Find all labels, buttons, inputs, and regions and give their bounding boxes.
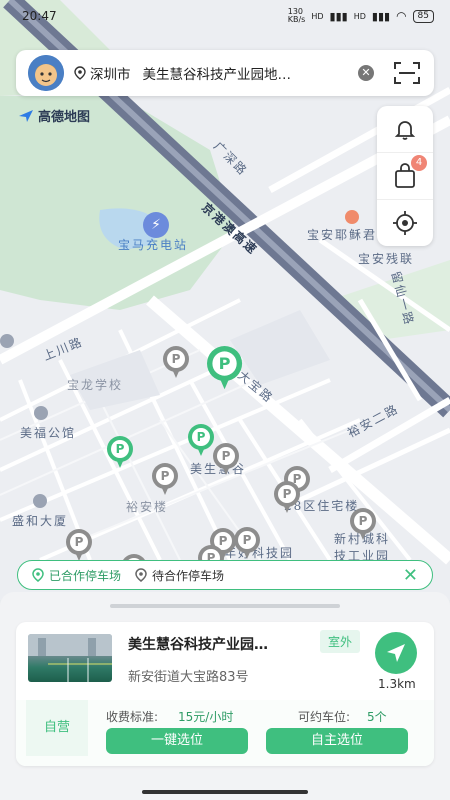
legend-pending[interactable]: 待合作停车场 [135,567,224,584]
shenghe-poi-icon[interactable] [33,494,47,508]
parking-lot-name: 美生慧谷科技产业园… [128,637,268,653]
status-time: 20:47 [22,9,57,23]
manual-select-button[interactable]: 自主选位 [266,728,408,754]
map-tools: 4 [377,106,433,246]
locate-button[interactable] [377,200,433,246]
map-label-yuan-building: 裕安楼 [126,500,169,514]
wifi-icon: ◠ [396,9,407,23]
parking-lot-address: 新安街道大宝路83号 [128,670,249,685]
parking-legend: 已合作停车场 待合作停车场 ✕ [17,560,433,590]
parking-pin-pending[interactable]: P [152,463,178,497]
signal-icon-2: ▮▮▮ [371,9,391,23]
shopping-bag-button[interactable]: 4 [377,153,433,200]
edge-poi-icon[interactable] [0,334,14,348]
available-spaces-value: 5个 [367,710,387,724]
fee-label: 收费标准: [106,710,159,724]
parking-pin-pending[interactable]: P [66,529,92,563]
search-query: 美生慧谷科技产业园地… [142,67,292,83]
location-pin-icon [74,66,86,80]
net-speed: 130 KB/s [287,7,306,24]
amap-logo-text: 高德地图 [38,110,91,125]
self-operated-badge: 自营 [26,700,88,756]
parking-pin-pending[interactable]: P [274,481,300,515]
locate-icon [393,211,417,235]
location-pin-gray-icon [135,568,147,582]
status-bar: 20:47 130 KB/s HD ▮▮▮ HD ▮▮▮ ◠ 85 [0,0,450,32]
legend-pending-label: 待合作停车场 [152,568,225,583]
search-input[interactable]: 深圳市 美生慧谷科技产业园地… [74,63,354,83]
signal-icon: ▮▮▮ [329,9,348,23]
parking-pin-cooperated[interactable]: P [188,424,214,458]
church-poi-icon[interactable] [345,210,359,224]
close-icon[interactable]: ✕ [403,565,418,586]
city-label[interactable]: 深圳市 [90,63,131,83]
legend-cooperated-label: 已合作停车场 [49,568,122,583]
navigate-button[interactable] [375,632,417,674]
legend-cooperated[interactable]: 已合作停车场 [32,567,121,584]
parking-lot-photo [28,634,112,682]
status-icons: 130 KB/s HD ▮▮▮ HD ▮▮▮ ◠ 85 [288,8,434,24]
location-pin-green-icon [32,568,44,582]
available-spaces-label: 可约车位: [298,710,351,724]
distance-label: 1.3km [378,677,416,691]
parking-pin-pending[interactable]: P [234,527,260,561]
parking-lot-card[interactable]: 美生慧谷科技产业园… 室外 新安街道大宝路83号 1.3km 自营 收费标准: … [16,622,434,766]
sheet-drag-handle[interactable] [110,604,340,608]
battery-indicator: 85 [412,9,434,23]
home-indicator[interactable] [142,790,308,794]
map-label-baolong-school: 宝龙学校 [67,378,124,392]
charging-station-icon[interactable]: ⚡ [143,212,169,238]
network-label-2: HD [353,11,366,21]
parking-pin-pending[interactable]: P [163,346,189,380]
map-label-bmw-station: 宝马充电站 [118,238,189,252]
parking-lot-details: 自营 收费标准: 15元/小时 可约车位: 5个 一键选位 自主选位 [16,700,434,766]
fee-value: 15元/小时 [178,710,234,724]
scan-icon[interactable] [394,62,420,84]
cart-badge: 4 [411,155,427,171]
parking-pin-cooperated-selected[interactable]: P [207,346,243,392]
bottom-sheet: 美生慧谷科技产业园… 室外 新安街道大宝路83号 1.3km 自营 收费标准: … [0,592,450,800]
app-screen: 广深路 京港澳高速 宝马充电站 宝安耶稣君 宝安残联 留仙一路 上川路 宝龙学校… [0,0,450,800]
map-label-meifu: 美福公馆 [20,426,77,440]
parking-pin-cooperated[interactable]: P [107,436,133,470]
amap-logo: 高德地图 [18,106,90,125]
clear-icon[interactable]: ✕ [358,65,374,81]
bell-icon [394,121,416,140]
amap-logo-icon [19,109,33,122]
search-bar[interactable]: 深圳市 美生慧谷科技产业园地… ✕ [16,50,434,96]
map-label-baoan-church: 宝安耶稣君 [307,228,378,242]
parking-pin-pending[interactable]: P [350,508,376,542]
avatar[interactable] [28,55,64,91]
notification-button[interactable] [377,106,433,153]
quick-select-button[interactable]: 一键选位 [106,728,248,754]
navigation-arrow-icon [387,644,405,662]
parking-pin-pending[interactable]: P [213,443,239,477]
network-label-1: HD [311,11,324,21]
map-label-baoan-disabled: 宝安残联 [358,252,415,266]
map-label-shenghe: 盛和大厦 [12,514,69,528]
avatar-icon [28,55,64,91]
meifu-poi-icon[interactable] [34,406,48,420]
outdoor-tag: 室外 [320,630,361,653]
